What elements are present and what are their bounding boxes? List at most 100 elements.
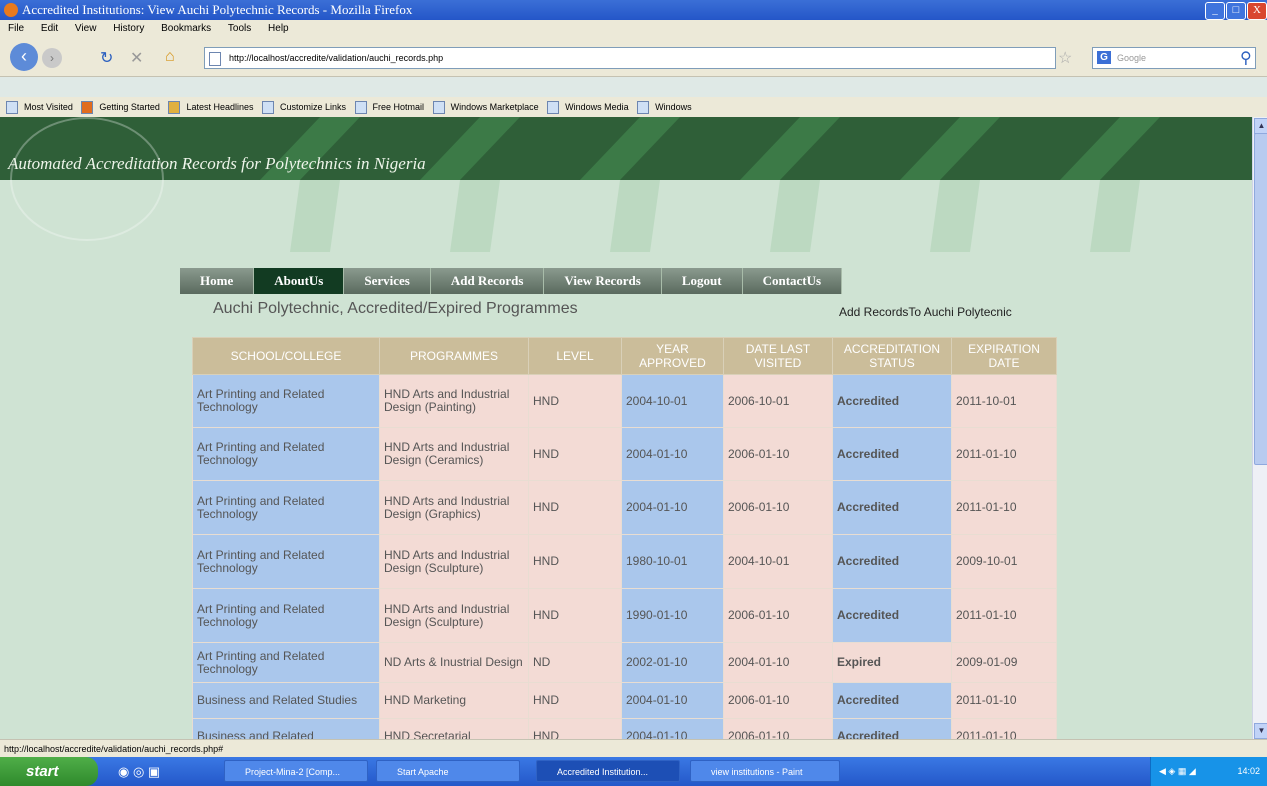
menu-tools[interactable]: Tools [228, 23, 251, 34]
vertical-scrollbar[interactable]: ▲ ▼ [1252, 117, 1267, 739]
cell-status: Accredited [832, 374, 952, 428]
col-accreditation-status: ACCREDITATION STATUS [832, 337, 952, 375]
start-button[interactable]: start [0, 757, 98, 786]
cell-status: Accredited [832, 480, 952, 535]
task-accredited-institutions[interactable]: Accredited Institution... [536, 760, 680, 782]
search-input[interactable]: G Google [1092, 47, 1256, 69]
nav-logout[interactable]: Logout [661, 268, 743, 294]
cell-programme: HND Arts and Industrial Design (Graphics… [379, 480, 529, 535]
nav-about-us[interactable]: AboutUs [254, 268, 345, 294]
cell-date-visited: 2006-10-01 [723, 374, 833, 428]
nav-add-records[interactable]: Add Records [430, 268, 545, 294]
cell-expiration: 2011-01-10 [951, 588, 1057, 643]
page-icon [209, 52, 221, 66]
table-row: Art Printing and Related Technology HND … [192, 588, 1057, 643]
scroll-thumb[interactable] [1254, 133, 1267, 465]
page-content: Automated Accreditation Records for Poly… [0, 117, 1252, 739]
cell-programme: HND Arts and Industrial Design (Ceramics… [379, 427, 529, 481]
cell-school: Art Printing and Related Technology [192, 588, 380, 643]
cell-year-approved: 2004-10-01 [621, 374, 724, 428]
navigation-toolbar: ‹ › ↻ ✕ ⌂ http://localhost/accredite/val… [0, 38, 1267, 77]
bookmark-getting-started[interactable]: Getting Started [99, 102, 160, 112]
bookmark-customize-links[interactable]: Customize Links [280, 102, 346, 112]
close-button[interactable]: X [1247, 2, 1267, 20]
cell-date-visited: 2006-01-10 [723, 427, 833, 481]
bookmark-icon [547, 101, 560, 115]
add-records-link[interactable]: Add RecordsTo Auchi Polytecnic [839, 305, 1012, 319]
url-text: http://localhost/accredite/validation/au… [229, 53, 444, 63]
cell-date-visited: 2006-01-10 [723, 480, 833, 535]
cell-level: HND [528, 534, 622, 589]
bookmark-free-hotmail[interactable]: Free Hotmail [373, 102, 425, 112]
bookmark-windows-marketplace[interactable]: Windows Marketplace [451, 102, 539, 112]
bookmark-icon [637, 101, 650, 115]
bookmark-icon [432, 101, 445, 115]
search-icon[interactable]: ⚲ [1240, 48, 1252, 68]
reload-icon[interactable]: ↻ [100, 48, 113, 68]
home-icon[interactable]: ⌂ [165, 48, 175, 66]
menu-help[interactable]: Help [268, 23, 289, 34]
bookmark-most-visited[interactable]: Most Visited [24, 102, 73, 112]
task-project-mina[interactable]: Project-Mina-2 [Comp... [224, 760, 368, 782]
nav-services[interactable]: Services [344, 268, 431, 294]
status-text: http://localhost/accredite/validation/au… [4, 744, 224, 754]
cell-expiration: 2011-01-10 [951, 718, 1057, 739]
stop-icon[interactable]: ✕ [130, 48, 143, 68]
bookmark-star-icon[interactable]: ☆ [1058, 48, 1072, 68]
cell-date-visited: 2006-01-10 [723, 588, 833, 643]
menu-edit[interactable]: Edit [41, 23, 58, 34]
table-row: Art Printing and Related Technology HND … [192, 480, 1057, 535]
bookmark-windows-media[interactable]: Windows Media [565, 102, 629, 112]
table-row: Business and Related HND Secretarial HND… [192, 718, 1057, 739]
col-expiration-date: EXPIRATION DATE [951, 337, 1057, 375]
cell-school: Art Printing and Related Technology [192, 534, 380, 589]
task-paint[interactable]: view institutions - Paint [690, 760, 840, 782]
cell-level: HND [528, 588, 622, 643]
globe-logo [10, 117, 164, 241]
menu-view[interactable]: View [75, 23, 97, 34]
cell-expiration: 2011-10-01 [951, 374, 1057, 428]
bookmark-icon [354, 101, 367, 115]
nav-home[interactable]: Home [180, 268, 255, 294]
firefox-icon [4, 3, 18, 17]
menu-bookmarks[interactable]: Bookmarks [161, 23, 211, 34]
back-button[interactable]: ‹ [10, 43, 38, 71]
bookmarks-toolbar: Most Visited Getting Started Latest Head… [0, 97, 1267, 118]
cell-level: HND [528, 374, 622, 428]
cell-date-visited: 2004-10-01 [723, 534, 833, 589]
cell-year-approved: 2004-01-10 [621, 427, 724, 481]
cell-year-approved: 2004-01-10 [621, 480, 724, 535]
cell-level: HND [528, 682, 622, 719]
system-tray: ◀ ◈ ▦ ◢ 14:02 [1150, 757, 1267, 786]
bookmark-latest-headlines[interactable]: Latest Headlines [186, 102, 253, 112]
col-school: SCHOOL/COLLEGE [192, 337, 380, 375]
bookmark-windows[interactable]: Windows [655, 102, 692, 112]
url-bar[interactable]: http://localhost/accredite/validation/au… [204, 47, 1056, 69]
col-year-approved: YEAR APPROVED [621, 337, 724, 375]
task-start-apache[interactable]: Start Apache [376, 760, 520, 782]
cell-programme: HND Arts and Industrial Design (Painting… [379, 374, 529, 428]
cell-level: HND [528, 480, 622, 535]
scroll-down-icon[interactable]: ▼ [1254, 723, 1267, 739]
minimize-button[interactable]: _ [1205, 2, 1225, 20]
menu-bar: File Edit View History Bookmarks Tools H… [0, 20, 1267, 38]
cell-programme: HND Arts and Industrial Design (Sculptur… [379, 588, 529, 643]
nav-view-records[interactable]: View Records [544, 268, 662, 294]
table-row: Art Printing and Related Technology HND … [192, 427, 1057, 481]
quick-launch-icons[interactable]: ◉ ◎ ▣ [118, 764, 160, 780]
cell-level: HND [528, 718, 622, 739]
maximize-button[interactable]: □ [1226, 2, 1246, 20]
col-programmes: PROGRAMMES [379, 337, 529, 375]
forward-button[interactable]: › [42, 48, 62, 68]
cell-school: Art Printing and Related Technology [192, 374, 380, 428]
cell-programme: ND Arts & Inustrial Design [379, 642, 529, 683]
cell-status: Accredited [832, 427, 952, 481]
tray-icons[interactable]: ◀ ◈ ▦ ◢ [1159, 766, 1196, 776]
cell-date-visited: 2006-01-10 [723, 718, 833, 739]
scroll-up-icon[interactable]: ▲ [1254, 118, 1267, 134]
cell-programme: HND Marketing [379, 682, 529, 719]
nav-contact-us[interactable]: ContactUs [742, 268, 843, 294]
cell-year-approved: 2004-01-10 [621, 718, 724, 739]
menu-file[interactable]: File [8, 23, 24, 34]
menu-history[interactable]: History [113, 23, 144, 34]
